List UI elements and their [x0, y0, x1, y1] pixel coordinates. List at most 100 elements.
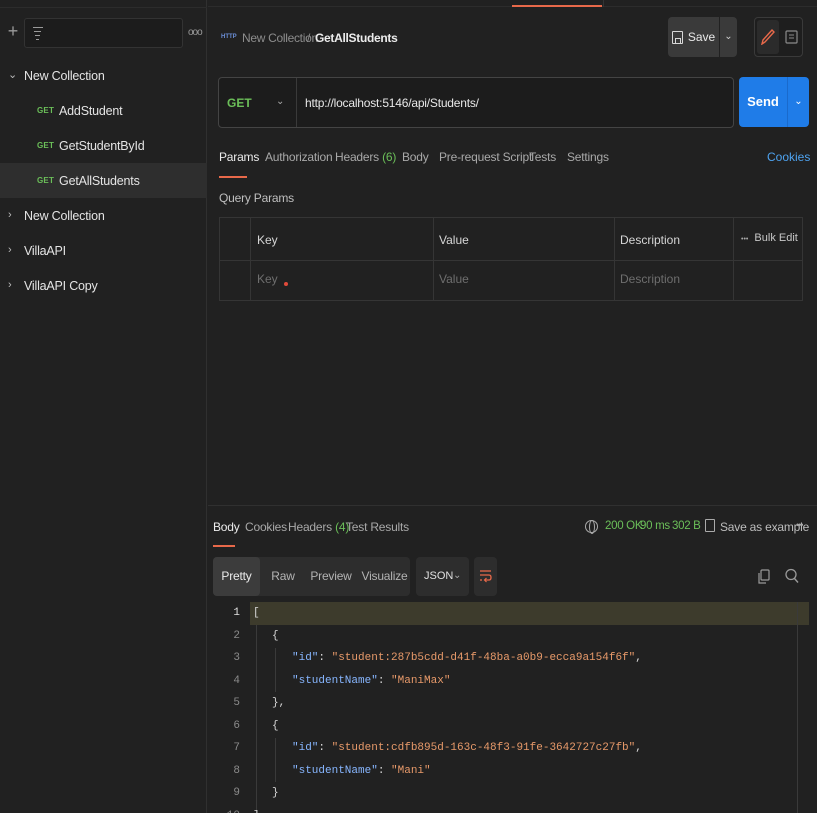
request-label: AddStudent: [59, 103, 123, 118]
send-dropdown-button[interactable]: ⌄: [787, 77, 809, 127]
response-tab-cookies[interactable]: Cookies: [245, 520, 287, 534]
sidebar-search-input[interactable]: [24, 18, 183, 48]
code-scrollbar[interactable]: [797, 602, 798, 813]
request-add-student[interactable]: GET AddStudent: [0, 93, 207, 128]
edit-mode-button[interactable]: [757, 20, 779, 54]
search-icon[interactable]: [785, 568, 799, 584]
request-get-student-by-id[interactable]: GET GetStudentById: [0, 128, 207, 163]
save-dropdown-button[interactable]: ⌄: [720, 17, 737, 57]
save-button[interactable]: Save: [668, 17, 719, 57]
json-string: "Mani": [391, 765, 431, 777]
globe-icon[interactable]: [585, 520, 598, 534]
sidebar-top-strip: [0, 0, 207, 8]
json-string: "student:287b5cdd-d41f-48ba-a0b9-ecca9a1…: [331, 652, 636, 664]
code-line: {: [272, 720, 279, 732]
tab-headers[interactable]: Headers (6): [335, 150, 396, 164]
method-value: GET: [227, 96, 252, 110]
breadcrumb-current[interactable]: GetAllStudents: [315, 31, 398, 45]
required-dot-icon: [284, 282, 288, 286]
chevron-right-icon[interactable]: ›: [8, 245, 17, 256]
collection-villa-api[interactable]: › VillaAPI: [0, 233, 207, 268]
cookies-link[interactable]: Cookies: [767, 150, 810, 164]
method-badge: GET: [37, 176, 55, 185]
documentation-button[interactable]: [782, 20, 802, 54]
copy-icon[interactable]: [758, 569, 770, 584]
more-icon: •••: [741, 236, 749, 243]
tab-pre-request-script[interactable]: Pre-request Script: [439, 150, 532, 164]
json-string: "student:cdfb895d-163c-48f3-91fe-3642727…: [331, 742, 636, 754]
params-checkbox-column: [220, 218, 251, 300]
response-tab-headers-label: Headers: [288, 520, 332, 534]
indent-guide: [275, 648, 276, 692]
chevron-right-icon[interactable]: ›: [8, 210, 17, 221]
value-placeholder[interactable]: Value: [439, 272, 469, 286]
response-tab-test-results[interactable]: Test Results: [346, 520, 409, 534]
url-bar: GET ⌄: [218, 77, 734, 128]
code-line: "id": "student:cdfb895d-163c-48f3-91fe-3…: [292, 742, 642, 754]
view-pretty[interactable]: Pretty: [213, 557, 260, 596]
more-icon[interactable]: ooo: [188, 27, 203, 38]
response-tab-body[interactable]: Body: [213, 520, 240, 534]
plus-icon[interactable]: +: [6, 22, 20, 40]
response-body-viewer[interactable]: 1 2 3 4 5 6 7 8 9 10 [ { "id": "student:…: [208, 602, 817, 813]
column-header-description: Description: [620, 233, 681, 247]
collection-new-collection[interactable]: ⌄ New Collection: [0, 58, 207, 93]
description-placeholder[interactable]: Description: [620, 272, 680, 286]
pencil-icon: [761, 29, 775, 45]
code-line: },: [272, 697, 286, 709]
json-colon: :: [318, 742, 332, 754]
method-select[interactable]: GET ⌄: [219, 78, 297, 127]
json-key: "id": [292, 652, 319, 664]
response-tab-headers[interactable]: Headers (4): [288, 520, 349, 534]
tab-authorization[interactable]: Authorization: [265, 150, 333, 164]
chevron-down-icon: ⌄: [453, 570, 462, 581]
view-preview[interactable]: Preview: [306, 557, 356, 596]
more-icon[interactable]: •••: [796, 520, 804, 530]
collection-label: VillaAPI Copy: [24, 278, 98, 293]
format-value: JSON: [424, 570, 454, 582]
line-number: 4: [233, 675, 240, 687]
tab-params[interactable]: Params: [219, 150, 259, 164]
breadcrumb-separator: /: [307, 31, 311, 45]
document-icon: [785, 30, 798, 44]
tab-tests[interactable]: Tests: [529, 150, 556, 164]
line-number: 1: [233, 607, 240, 619]
url-input[interactable]: [305, 95, 725, 111]
chevron-down-icon[interactable]: ⌄: [8, 70, 17, 81]
json-comma: ,: [635, 652, 642, 664]
view-visualize[interactable]: Visualize: [359, 557, 410, 596]
tab-body[interactable]: Body: [402, 150, 429, 164]
collection-villa-api-copy[interactable]: › VillaAPI Copy: [0, 268, 207, 303]
main-panel: HTTP New Collection / GetAllStudents Sav…: [208, 0, 817, 813]
response-time[interactable]: 90 ms: [640, 520, 670, 532]
line-number: 5: [233, 697, 240, 709]
filter-icon[interactable]: [33, 26, 43, 40]
line-number: 7: [233, 742, 240, 754]
status-badge[interactable]: 200 OK: [605, 520, 643, 532]
json-colon: :: [377, 765, 392, 777]
tab-settings[interactable]: Settings: [567, 150, 609, 164]
column-header-value: Value: [439, 233, 469, 247]
send-button[interactable]: Send: [739, 77, 787, 127]
line-number: 3: [233, 652, 240, 664]
view-raw[interactable]: Raw: [263, 557, 303, 596]
format-select[interactable]: JSON ⌄: [416, 557, 469, 596]
json-colon: :: [318, 652, 332, 664]
wrap-lines-button[interactable]: [474, 557, 497, 596]
sidebar: + ooo ⌄ New Collection GET AddStudent GE…: [0, 0, 207, 813]
http-icon: HTTP: [221, 34, 237, 40]
params-table: Key Key Value Value Description Descript…: [219, 217, 803, 301]
response-divider[interactable]: [208, 505, 817, 506]
key-placeholder[interactable]: Key: [257, 272, 278, 286]
line-number: 6: [233, 720, 240, 732]
query-params-title: Query Params: [219, 191, 294, 205]
request-get-all-students[interactable]: GET GetAllStudents: [0, 163, 207, 198]
indent-guide: [275, 738, 276, 782]
tab-headers-label: Headers: [335, 150, 379, 164]
code-line: "id": "student:287b5cdd-d41f-48ba-a0b9-e…: [292, 652, 642, 664]
chevron-right-icon[interactable]: ›: [8, 280, 17, 291]
active-tab-indicator[interactable]: [512, 5, 602, 7]
response-size[interactable]: 302 B: [672, 520, 701, 532]
collection-new-collection-2[interactable]: › New Collection: [0, 198, 207, 233]
bulk-edit-button[interactable]: ••• Bulk Edit: [741, 232, 798, 244]
